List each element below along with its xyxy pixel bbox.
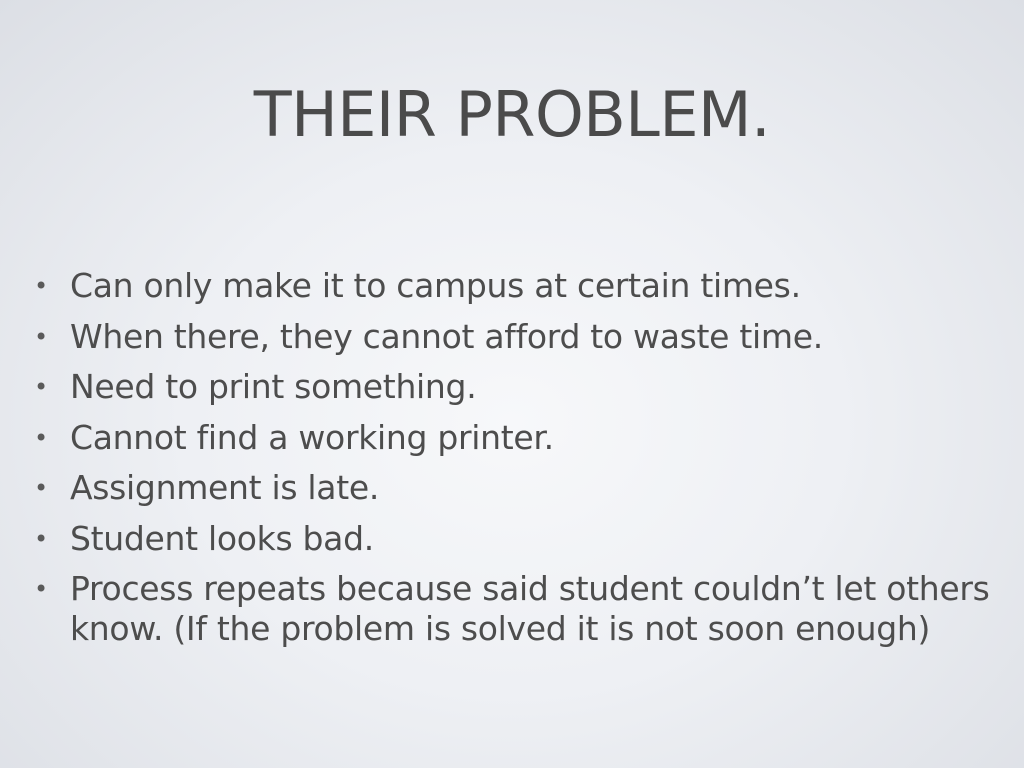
bullet-item: • Process repeats because said student c… xyxy=(34,569,994,649)
bullet-item: • Cannot find a working printer. xyxy=(34,418,994,458)
bullet-item: • Can only make it to campus at certain … xyxy=(34,266,994,306)
bullet-item: • Student looks bad. xyxy=(34,519,994,559)
bullet-list: • Can only make it to campus at certain … xyxy=(34,266,994,660)
bullet-icon: • xyxy=(34,524,48,553)
bullet-text: Assignment is late. xyxy=(70,468,380,507)
bullet-item: • When there, they cannot afford to wast… xyxy=(34,317,994,357)
bullet-icon: • xyxy=(34,373,48,401)
bullet-text: Cannot find a working printer. xyxy=(70,417,554,457)
bullet-item: • Assignment is late. xyxy=(34,468,994,508)
bullet-icon: • xyxy=(34,575,48,603)
bullet-icon: • xyxy=(34,272,48,300)
bullet-text: Process repeats because said student cou… xyxy=(70,569,990,648)
presentation-slide: THEIR PROBLEM. • Can only make it to cam… xyxy=(0,0,1024,768)
slide-title: THEIR PROBLEM. xyxy=(253,78,771,151)
bullet-icon: • xyxy=(34,423,48,452)
bullet-icon: • xyxy=(34,322,48,351)
bullet-text: When there, they cannot afford to waste … xyxy=(70,316,823,356)
bullet-text: Student looks bad. xyxy=(70,518,374,558)
bullet-item: • Need to print something. xyxy=(34,367,994,407)
bullet-text: Can only make it to campus at certain ti… xyxy=(70,266,801,305)
bullet-text: Need to print something. xyxy=(70,367,477,406)
bullet-icon: • xyxy=(34,474,48,502)
